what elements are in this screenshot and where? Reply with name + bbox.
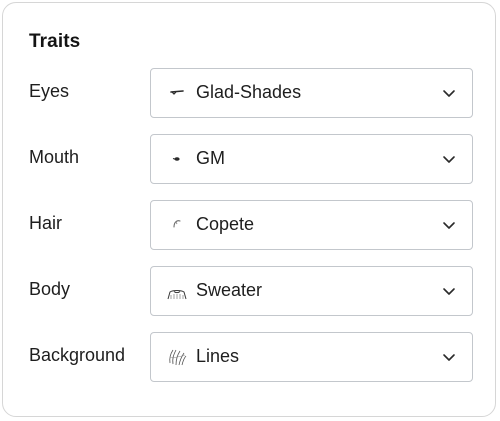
background-value: Lines bbox=[196, 346, 240, 366]
lines-background-thumbnail-icon bbox=[165, 345, 189, 369]
trait-row-background: Background Lines bbox=[3, 332, 495, 382]
trait-label-eyes: Eyes bbox=[29, 81, 70, 101]
chevron-down-icon bbox=[442, 218, 456, 232]
eyes-value: Glad-Shades bbox=[196, 82, 302, 102]
trait-label-hair: Hair bbox=[29, 213, 63, 233]
eyes-select[interactable]: Glad-Shades bbox=[150, 68, 473, 118]
trait-row-mouth: Mouth GM bbox=[3, 134, 495, 184]
chevron-down-icon bbox=[442, 350, 456, 364]
mouth-select[interactable]: GM bbox=[150, 134, 473, 184]
sweater-thumbnail-icon bbox=[165, 279, 189, 303]
trait-row-eyes: Eyes Glad-Shades bbox=[3, 68, 495, 118]
trait-label-background: Background bbox=[29, 345, 126, 365]
traits-panel: Traits Eyes Glad-Shades Mouth GM Hair Co… bbox=[2, 2, 496, 417]
trait-row-body: Body Sweater bbox=[3, 266, 495, 316]
chevron-down-icon bbox=[442, 152, 456, 166]
hair-select[interactable]: Copete bbox=[150, 200, 473, 250]
glad-shades-thumbnail-icon bbox=[165, 81, 189, 105]
panel-title: Traits bbox=[29, 31, 81, 52]
body-select[interactable]: Sweater bbox=[150, 266, 473, 316]
trait-label-mouth: Mouth bbox=[29, 147, 80, 167]
copete-hair-thumbnail-icon bbox=[165, 213, 189, 237]
background-select[interactable]: Lines bbox=[150, 332, 473, 382]
mouth-value: GM bbox=[196, 148, 225, 168]
chevron-down-icon bbox=[442, 86, 456, 100]
hair-value: Copete bbox=[196, 214, 255, 234]
trait-row-hair: Hair Copete bbox=[3, 200, 495, 250]
gm-mouth-thumbnail-icon bbox=[165, 147, 189, 171]
trait-label-body: Body bbox=[29, 279, 71, 299]
body-value: Sweater bbox=[196, 280, 263, 300]
chevron-down-icon bbox=[442, 284, 456, 298]
